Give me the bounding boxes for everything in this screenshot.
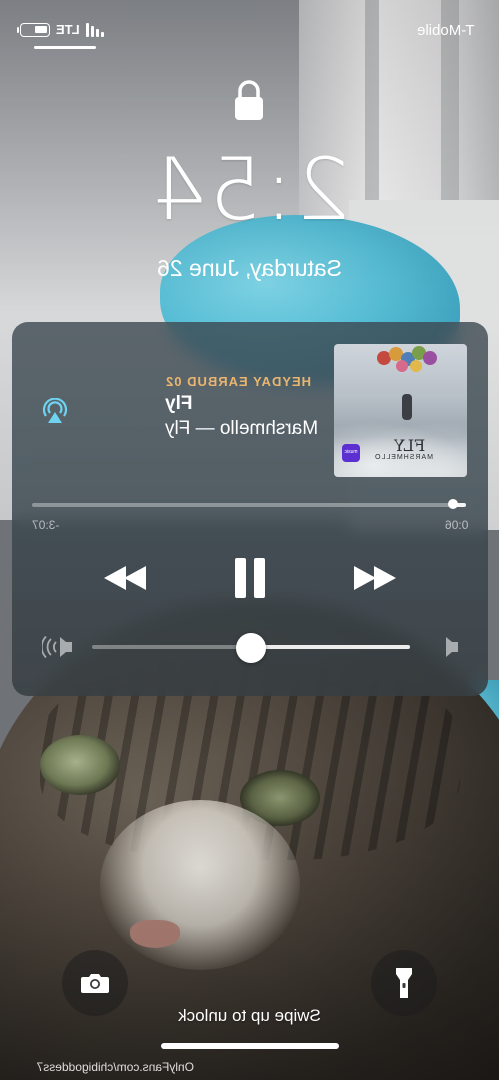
artwork-title: FLY [394,436,426,455]
time-remaining: -3:07 [32,518,60,532]
fast-forward-button[interactable] [346,548,402,608]
status-bar: LTE T-Mobile [0,0,499,60]
playback-scrubber-knob[interactable] [447,499,458,509]
volume-control [42,632,460,663]
battery-icon [17,22,50,37]
album-artwork[interactable]: FLY MARSHMELLO music [334,344,467,477]
network-type: LTE [56,22,80,37]
balloons-icon [377,346,437,372]
volume-slider[interactable] [92,633,410,663]
swipe-to-unlock-hint: Swipe up to unlock [178,1006,321,1025]
time-elapsed: 0:06 [444,518,468,532]
volume-high-icon [42,636,72,658]
home-indicator[interactable] [161,1043,339,1049]
flashlight-icon [396,968,412,998]
playback-controls [12,548,488,608]
rewind-icon [104,566,146,590]
watermark-text: OnlyFans.com/chibigoddess7 [36,1060,194,1074]
artwork-figure [402,394,412,420]
volume-slider-fill [251,645,410,649]
carrier-name: T-Mobile [417,22,475,39]
airplay-audio-icon[interactable] [40,398,70,424]
artwork-artist: MARSHMELLO [374,454,434,461]
song-subtitle: Marshmello — Fly [164,418,318,439]
fast-forward-icon [354,566,396,590]
playback-scrubber[interactable] [32,499,466,509]
lock-clock: 2:54 [148,140,351,240]
track-info: HEYDAY EARBUD 02 Fly Marshmello — Fly [165,374,318,440]
music-service-badge: music [342,444,360,462]
camera-icon [81,974,109,993]
pause-icon [235,558,265,598]
volume-slider-knob[interactable] [236,633,266,663]
output-device-name: HEYDAY EARBUD 02 [164,374,311,389]
status-indicators: LTE [17,22,104,37]
pause-button[interactable] [224,548,276,608]
lock-icon [235,80,263,120]
status-underline [34,46,96,49]
signal-icon [85,22,104,37]
lock-date: Saturday, June 26 [157,255,342,281]
now-playing-widget[interactable]: FLY MARSHMELLO music HEYDAY EARBUD 02 Fl… [12,322,488,696]
volume-low-icon [446,637,458,657]
song-title: Fly [164,393,193,414]
rewind-button[interactable] [98,548,154,608]
